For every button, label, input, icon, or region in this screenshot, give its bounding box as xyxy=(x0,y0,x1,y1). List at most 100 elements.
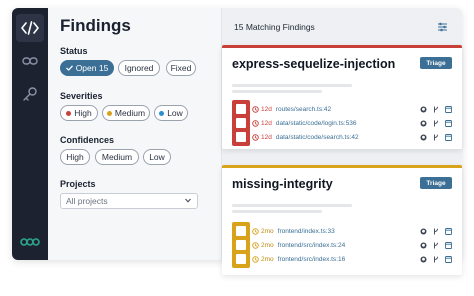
window-icon[interactable] xyxy=(445,242,452,249)
age-tag: 2mo xyxy=(252,228,274,235)
file-location-link[interactable]: data/static/code/login.ts:536 xyxy=(276,120,357,127)
finding-row[interactable]: 2mo frontend/index.ts:33 xyxy=(252,225,335,238)
github-icon[interactable] xyxy=(420,228,427,235)
severity-chip-medium[interactable]: Medium xyxy=(102,105,150,121)
finding-row[interactable]: 2mo frontend/src/index.ts:16 xyxy=(252,253,345,266)
finding-card[interactable]: express-sequelize-injection Triage 12d r… xyxy=(222,45,462,149)
github-icon[interactable] xyxy=(420,256,427,263)
row-actions xyxy=(420,131,452,144)
clock-icon xyxy=(252,256,259,263)
severity-bar xyxy=(232,100,250,146)
status-fixed-label: Fixed xyxy=(170,63,192,73)
clock-icon xyxy=(252,242,259,249)
severities-label: Severities xyxy=(60,91,103,101)
clock-icon xyxy=(252,228,259,235)
row-checkbox[interactable] xyxy=(236,254,246,264)
age-tag: 12d xyxy=(252,134,272,141)
page-title: Findings xyxy=(60,16,131,35)
finding-title: missing-integrity xyxy=(232,177,333,191)
age-tag: 2mo xyxy=(252,242,274,249)
key-icon[interactable] xyxy=(20,84,40,104)
clock-icon xyxy=(252,120,259,127)
clock-icon xyxy=(252,134,259,141)
status-ignored-label: Ignored xyxy=(124,63,154,73)
github-icon[interactable] xyxy=(420,120,427,127)
status-chip-fixed[interactable]: Fixed xyxy=(166,60,196,76)
github-icon[interactable] xyxy=(420,106,427,113)
severity-low-label: Low xyxy=(167,108,183,118)
window-icon[interactable] xyxy=(445,134,452,141)
triage-button[interactable]: Triage xyxy=(420,57,452,69)
age-text: 2mo xyxy=(261,242,274,249)
severity-chip-low[interactable]: Low xyxy=(154,105,188,121)
finding-card[interactable]: missing-integrity Triage 2mo frontend/in… xyxy=(222,165,462,275)
row-actions xyxy=(420,103,452,116)
row-checkbox[interactable] xyxy=(236,240,246,250)
high-dot-icon xyxy=(66,110,72,116)
severity-high-label: High xyxy=(74,108,92,118)
sliders-icon[interactable] xyxy=(437,19,448,37)
filters-panel: Findings Status Open 15 Ignored Fixed Se… xyxy=(48,8,222,260)
triage-button[interactable]: Triage xyxy=(420,177,452,189)
row-checkbox[interactable] xyxy=(236,132,246,142)
branch-icon[interactable] xyxy=(433,120,439,127)
projects-select[interactable]: All projects xyxy=(60,193,198,209)
status-open-label: Open 15 xyxy=(75,63,109,73)
file-location-link[interactable]: routes/search.ts:42 xyxy=(276,106,331,113)
window-icon[interactable] xyxy=(445,228,452,235)
status-label: Status xyxy=(60,46,88,56)
finding-row[interactable]: 12d routes/search.ts:42 xyxy=(252,103,331,116)
link-icon[interactable] xyxy=(20,51,40,71)
row-checkbox[interactable] xyxy=(236,104,246,114)
placeholder-line xyxy=(232,210,322,213)
chevron-down-icon xyxy=(185,198,191,203)
severity-bar xyxy=(232,222,250,268)
branch-icon[interactable] xyxy=(433,228,439,235)
finding-title: express-sequelize-injection xyxy=(232,57,396,71)
branch-icon[interactable] xyxy=(433,256,439,263)
severity-medium-label: Medium xyxy=(114,108,146,118)
confidence-chip-high[interactable]: High xyxy=(60,149,90,165)
projects-select-value: All projects xyxy=(66,196,108,206)
status-chip-ignored[interactable]: Ignored xyxy=(118,60,160,76)
finding-row[interactable]: 12d data/static/code/search.ts:42 xyxy=(252,131,359,144)
row-checkbox[interactable] xyxy=(236,118,246,128)
file-location-link[interactable]: data/static/code/search.ts:42 xyxy=(276,134,359,141)
logo-icon[interactable] xyxy=(20,232,40,252)
file-location-link[interactable]: frontend/src/index.ts:16 xyxy=(278,256,346,263)
github-icon[interactable] xyxy=(420,242,427,249)
status-chip-open[interactable]: Open 15 xyxy=(60,60,114,76)
projects-label: Projects xyxy=(60,179,96,189)
row-actions xyxy=(420,117,452,130)
age-tag: 2mo xyxy=(252,256,274,263)
file-location-link[interactable]: frontend/index.ts:33 xyxy=(278,228,335,235)
branch-icon[interactable] xyxy=(433,134,439,141)
row-actions xyxy=(420,225,452,238)
severity-chip-high[interactable]: High xyxy=(60,105,98,121)
window-icon[interactable] xyxy=(445,120,452,127)
age-tag: 12d xyxy=(252,106,272,113)
branch-icon[interactable] xyxy=(433,242,439,249)
clock-icon xyxy=(252,106,259,113)
window-icon[interactable] xyxy=(445,256,452,263)
confidence-low-label: Low xyxy=(149,152,165,162)
nav-rail xyxy=(12,8,48,260)
code-icon[interactable] xyxy=(16,14,44,42)
window-icon[interactable] xyxy=(445,106,452,113)
results-count: 15 Matching Findings xyxy=(234,22,315,32)
placeholder-line xyxy=(232,90,322,93)
branch-icon[interactable] xyxy=(433,106,439,113)
finding-row[interactable]: 12d data/static/code/login.ts:536 xyxy=(252,117,356,130)
confidences-label: Confidences xyxy=(60,135,115,145)
finding-row[interactable]: 2mo frontend/src/index.ts:24 xyxy=(252,239,345,252)
age-text: 12d xyxy=(261,134,272,141)
row-checkbox[interactable] xyxy=(236,226,246,236)
row-actions xyxy=(420,239,452,252)
file-location-link[interactable]: frontend/src/index.ts:24 xyxy=(278,242,346,249)
github-icon[interactable] xyxy=(420,134,427,141)
medium-dot-icon xyxy=(106,110,112,116)
confidence-chip-medium[interactable]: Medium xyxy=(95,149,139,165)
placeholder-line xyxy=(232,204,352,207)
confidence-chip-low[interactable]: Low xyxy=(143,149,171,165)
row-actions xyxy=(420,253,452,266)
